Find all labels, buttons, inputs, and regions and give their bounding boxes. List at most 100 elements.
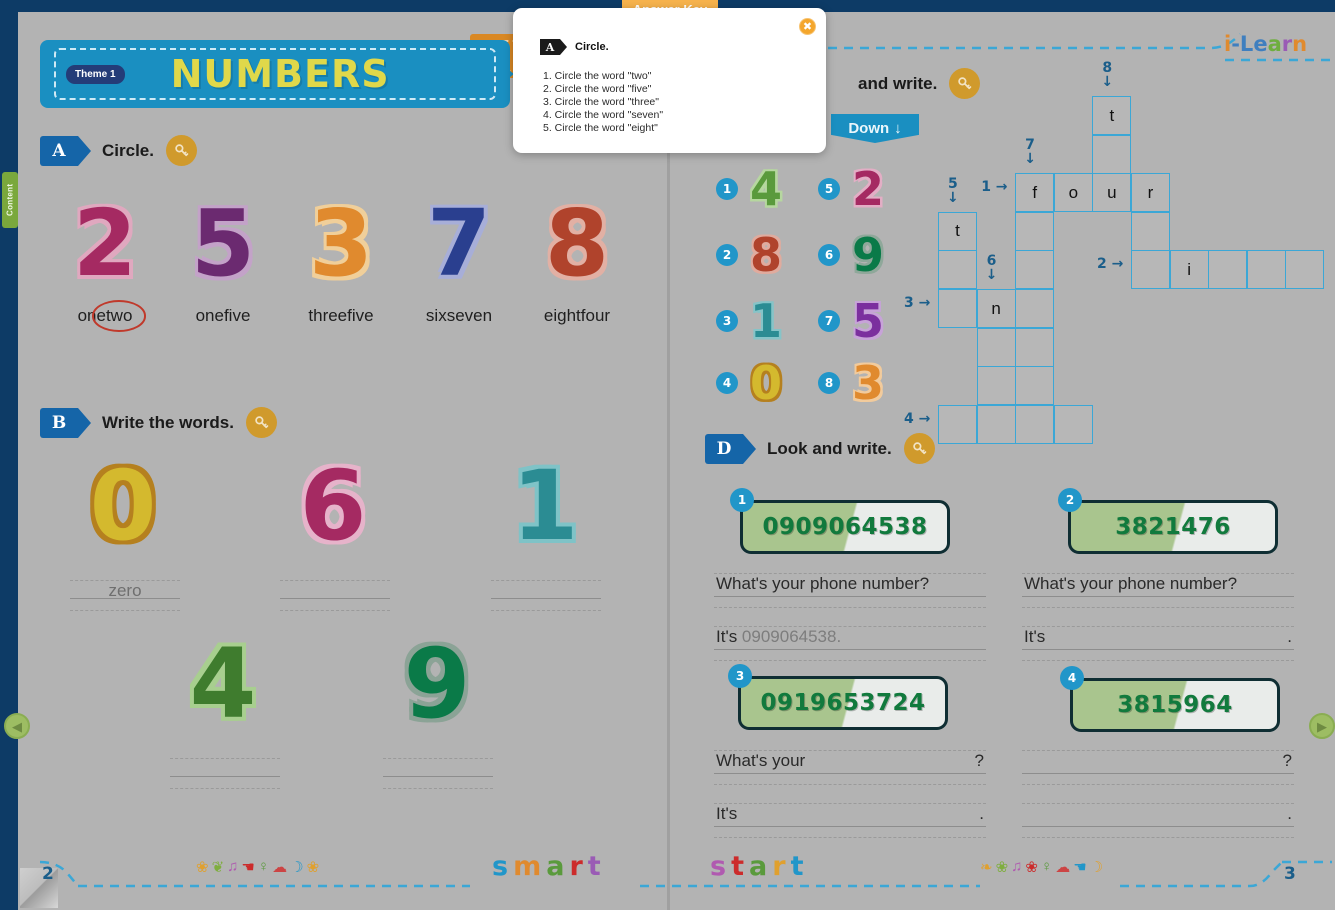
next-page-button[interactable]: ▶ bbox=[1309, 713, 1335, 739]
crossword-cell[interactable] bbox=[976, 366, 1016, 406]
ilearn-letter-1: - bbox=[1231, 32, 1240, 56]
crossword-cell[interactable] bbox=[938, 404, 977, 444]
key-icon bbox=[912, 442, 926, 455]
exercise-c-item[interactable]: 28 bbox=[716, 232, 782, 278]
exercise-c-digit: 8 bbox=[750, 228, 783, 282]
exercise-d-key-button[interactable] bbox=[903, 433, 935, 464]
crossword-clue-1: 1 → bbox=[981, 179, 1008, 196]
phone-screen: 3821476 bbox=[1068, 500, 1278, 554]
exercise-c-item[interactable]: 83 bbox=[818, 360, 884, 406]
word-option[interactable]: seven bbox=[447, 306, 492, 325]
crossword-cell[interactable]: i bbox=[1169, 250, 1209, 290]
exercise-d-answer-end-mark: . bbox=[979, 804, 984, 823]
crossword-cell[interactable] bbox=[1015, 327, 1055, 367]
crossword-cell[interactable] bbox=[1131, 250, 1170, 290]
exercise-c-item[interactable]: 69 bbox=[818, 232, 884, 278]
word-option[interactable]: three bbox=[308, 306, 347, 325]
exercise-c-item[interactable]: 31 bbox=[716, 298, 782, 344]
browser-left-rail bbox=[0, 0, 18, 910]
word-option[interactable]: eight bbox=[544, 306, 581, 325]
crossword-cell[interactable] bbox=[1015, 289, 1055, 328]
exercise-b-write-line[interactable]: zero bbox=[70, 580, 180, 611]
exercise-d-question-text: What's your phone number? bbox=[1024, 574, 1238, 593]
exercise-d-write-area[interactable]: ?. bbox=[1022, 750, 1294, 838]
prev-page-button[interactable]: ◀ bbox=[4, 713, 30, 739]
word-option[interactable]: five bbox=[224, 306, 250, 325]
crossword-cell[interactable]: t bbox=[1092, 96, 1132, 135]
crossword-cell[interactable] bbox=[938, 250, 977, 290]
crossword-cell[interactable] bbox=[1208, 250, 1248, 290]
footer-icons-right: ❧ ❀ ♫ ❀ ♀ ☁ ☚ ☽ bbox=[980, 858, 1103, 876]
exercise-a-digit: 5 bbox=[190, 190, 255, 297]
exercise-b-write-line[interactable] bbox=[170, 758, 280, 789]
exercise-d-question-mark: ? bbox=[1282, 751, 1292, 770]
hand-icon: ☚ bbox=[241, 859, 255, 876]
exercise-a-key-button[interactable] bbox=[165, 135, 197, 166]
exercise-c-item[interactable]: 52 bbox=[818, 166, 884, 212]
crossword-cell[interactable]: u bbox=[1092, 173, 1132, 213]
exercise-a-item[interactable]: 2 onetwo bbox=[46, 198, 164, 329]
exercise-b-write-line[interactable] bbox=[383, 758, 493, 789]
crossword-cell[interactable] bbox=[1092, 134, 1132, 174]
crossword-cell[interactable] bbox=[1015, 366, 1055, 406]
exercise-c-item[interactable]: 14 bbox=[716, 166, 782, 212]
crossword-cell[interactable] bbox=[976, 327, 1016, 367]
crossword-cell[interactable] bbox=[1053, 404, 1093, 444]
exercise-c-digit: 1 bbox=[750, 294, 783, 348]
exercise-d-write-area[interactable]: What's your? It's . bbox=[714, 750, 986, 838]
exercise-b-key-button[interactable] bbox=[245, 407, 277, 438]
word-option[interactable]: two bbox=[106, 306, 132, 325]
flower-icon: ❀ bbox=[1025, 859, 1038, 876]
exercise-c-digit: 3 bbox=[852, 356, 885, 410]
crossword-cell[interactable] bbox=[938, 289, 977, 328]
crossword-cell[interactable]: t bbox=[938, 211, 977, 251]
footer-start-letter-4: t bbox=[790, 851, 804, 882]
exercise-a-word-options: threefive bbox=[282, 304, 400, 329]
exercise-c-item-number: 7 bbox=[818, 310, 840, 332]
exercise-a-word-options: sixseven bbox=[400, 304, 518, 329]
crossword-cell[interactable] bbox=[1015, 250, 1055, 290]
exercise-c-key-button[interactable] bbox=[949, 68, 981, 99]
crossword-cell[interactable] bbox=[1246, 250, 1286, 290]
crossword-cell[interactable]: r bbox=[1131, 173, 1170, 213]
crossword-cell[interactable] bbox=[1015, 404, 1055, 444]
exercise-d-write-area[interactable]: What's your phone number? It's 0909064538… bbox=[714, 573, 986, 661]
crossword-clue-2: 2 → bbox=[1097, 256, 1124, 273]
close-icon[interactable]: ✖ bbox=[799, 18, 816, 35]
exercise-c-item[interactable]: 40 bbox=[716, 360, 782, 406]
exercise-a-item[interactable]: 3 threefive bbox=[282, 198, 400, 329]
content-sidebar-tab[interactable]: Content bbox=[2, 172, 18, 228]
word-option[interactable]: four bbox=[581, 306, 610, 325]
crossword-cell[interactable] bbox=[1285, 250, 1325, 290]
footer-word-start: start bbox=[710, 851, 803, 882]
phone-number-value: 0909064538 bbox=[762, 514, 928, 540]
crossword-cell[interactable] bbox=[976, 404, 1016, 444]
exercise-d-write-area[interactable]: What's your phone number? It's . bbox=[1022, 573, 1294, 661]
exercise-a-item[interactable]: 5 onefive bbox=[164, 198, 282, 329]
page-number-right: 3 bbox=[1284, 864, 1296, 884]
crossword-cell[interactable] bbox=[1131, 211, 1170, 251]
exercise-c-item[interactable]: 75 bbox=[818, 298, 884, 344]
exercise-a-item[interactable]: 8 eightfour bbox=[518, 198, 636, 329]
exercise-b-digit: 9 bbox=[403, 628, 471, 740]
footer-start-letter-3: r bbox=[772, 851, 786, 882]
exercise-a-item[interactable]: 7 sixseven bbox=[400, 198, 518, 329]
exercise-b-digit: 4 bbox=[189, 628, 257, 740]
crossword-cell[interactable]: n bbox=[976, 289, 1016, 328]
footer-smart-letter-2: a bbox=[546, 851, 565, 882]
crossword-cell[interactable] bbox=[1015, 211, 1055, 251]
word-option[interactable]: one bbox=[196, 306, 224, 325]
exercise-d-answer-prefix: It's bbox=[716, 627, 742, 646]
crossword-cell[interactable]: o bbox=[1053, 173, 1093, 213]
flower-icon: ❀ bbox=[196, 859, 209, 876]
ilearn-letter-3: e bbox=[1253, 32, 1268, 56]
exercise-b-write-line[interactable] bbox=[491, 580, 601, 611]
word-option[interactable]: five bbox=[347, 306, 373, 325]
exercise-b-write-line[interactable] bbox=[280, 580, 390, 611]
crossword-cell[interactable]: f bbox=[1015, 173, 1055, 213]
phone-number-value: 3821476 bbox=[1115, 514, 1231, 540]
word-option[interactable]: six bbox=[426, 306, 447, 325]
ilearn-letter-4: a bbox=[1267, 32, 1282, 56]
exercise-d-question-text: What's your bbox=[716, 751, 806, 770]
music-note-icon: ♫ bbox=[1011, 858, 1023, 875]
